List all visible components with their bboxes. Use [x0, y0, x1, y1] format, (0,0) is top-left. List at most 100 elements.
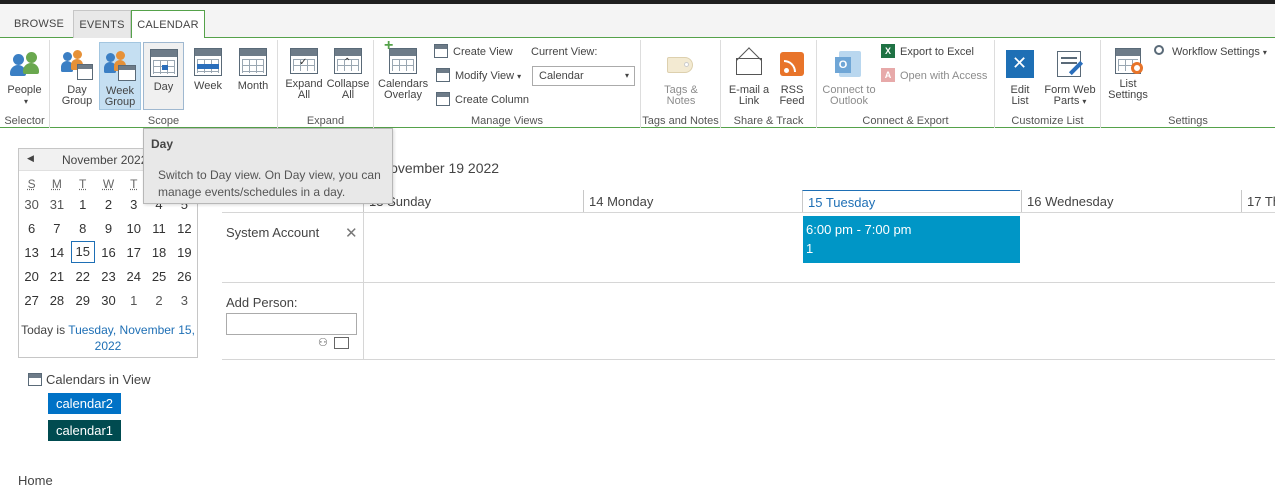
- day-header-wednesday[interactable]: 16 Wednesday: [1021, 190, 1241, 212]
- date-cell[interactable]: 2: [96, 192, 121, 216]
- ribbon: People ▾ Selector Day Group Week Group D…: [0, 38, 1275, 128]
- date-cell[interactable]: 9: [96, 216, 121, 240]
- add-person-input[interactable]: [226, 313, 357, 335]
- date-cell[interactable]: 12: [172, 216, 197, 240]
- tab-browse[interactable]: BROWSE: [8, 10, 70, 39]
- date-picker-month: November 2022: [62, 153, 148, 167]
- group-label-expand: Expand: [306, 115, 345, 127]
- address-book-icon[interactable]: [334, 337, 349, 349]
- chevron-down-icon: ▾: [1082, 97, 1087, 106]
- month-view-button[interactable]: Month: [232, 42, 274, 106]
- date-cell[interactable]: 2: [146, 288, 171, 312]
- date-cell[interactable]: 24: [121, 264, 146, 288]
- people-button[interactable]: People ▾: [2, 42, 47, 106]
- date-cell[interactable]: 3: [172, 288, 197, 312]
- people-picker-icons: ⚇: [318, 336, 352, 350]
- previous-month-icon[interactable]: ◀: [27, 153, 34, 164]
- email-link-button[interactable]: E-mail a Link: [727, 42, 771, 107]
- open-access-label: Open with Access: [900, 70, 988, 82]
- weekday-header: S: [27, 177, 36, 191]
- week-view-button[interactable]: Week: [188, 42, 228, 106]
- day-header-sunday[interactable]: 13 Sunday: [363, 190, 583, 212]
- week-group-button[interactable]: Week Group: [99, 42, 141, 110]
- date-cell[interactable]: 10: [121, 216, 146, 240]
- date-cell[interactable]: 19: [172, 240, 197, 264]
- date-cell[interactable]: 8: [70, 216, 96, 240]
- rss-feed-button[interactable]: RSS Feed: [773, 42, 811, 107]
- date-cell[interactable]: 30: [19, 192, 44, 216]
- week-view-label: Week: [194, 80, 222, 92]
- outlook-icon: O: [833, 48, 865, 80]
- date-cell[interactable]: 14: [44, 240, 69, 264]
- group-scope: Day Group Week Group Day Week Month Scop…: [50, 40, 278, 128]
- group-label-tags-notes: Tags and Notes: [642, 115, 719, 127]
- check-names-icon[interactable]: ⚇: [318, 336, 328, 349]
- calendar-chip-calendar2[interactable]: calendar2: [48, 393, 121, 414]
- create-column-button[interactable]: Create Column: [436, 90, 529, 110]
- date-cell[interactable]: 31: [44, 192, 69, 216]
- create-view-label: Create View: [453, 46, 513, 58]
- day-header-thursday[interactable]: 17 Thursday: [1241, 190, 1275, 212]
- date-cell[interactable]: 7: [44, 216, 69, 240]
- collapse-all-button[interactable]: ⌃ Collapse All: [326, 42, 370, 106]
- group-label-selector: Selector: [4, 115, 45, 127]
- date-cell[interactable]: 18: [146, 240, 171, 264]
- date-cell[interactable]: 28: [44, 288, 69, 312]
- chevron-down-icon: ▾: [23, 97, 28, 106]
- date-cell[interactable]: 25: [146, 264, 171, 288]
- export-excel-label: Export to Excel: [900, 46, 974, 58]
- open-access-button[interactable]: A Open with Access: [881, 66, 987, 86]
- tag-icon: [665, 48, 697, 80]
- people-label: People: [7, 84, 42, 96]
- add-person-label: Add Person:: [226, 295, 298, 310]
- date-cell[interactable]: 13: [19, 240, 44, 264]
- day-view-button[interactable]: Day: [143, 42, 184, 110]
- calendars-overlay-label-2: Overlay: [384, 89, 422, 101]
- date-cell-today[interactable]: 15: [70, 240, 96, 264]
- tab-calendar[interactable]: CALENDAR: [131, 10, 205, 39]
- home-link[interactable]: Home: [18, 473, 53, 488]
- date-cell[interactable]: 26: [172, 264, 197, 288]
- list-settings-button[interactable]: List Settings: [1105, 42, 1151, 106]
- close-icon[interactable]: ✕: [345, 224, 358, 242]
- connect-outlook-button[interactable]: O Connect to Outlook: [821, 42, 877, 107]
- date-cell[interactable]: 29: [70, 288, 96, 312]
- date-cell[interactable]: 20: [19, 264, 44, 288]
- date-cell[interactable]: 1: [70, 192, 96, 216]
- workflow-settings-button[interactable]: Workflow Settings ▾: [1153, 42, 1267, 62]
- group-expand: ✓ Expand All ⌃ Collapse All Expand: [278, 40, 374, 128]
- calendar-chip-calendar1[interactable]: calendar1: [48, 420, 121, 441]
- tab-events[interactable]: EVENTS: [73, 10, 131, 39]
- export-excel-button[interactable]: X Export to Excel: [881, 42, 974, 62]
- weekday-header: T: [79, 177, 87, 191]
- today-footer: Today is Tuesday, November 15, 2022: [19, 322, 197, 354]
- connect-outlook-label-2: Outlook: [830, 95, 868, 107]
- form-web-parts-button[interactable]: Form Web Parts ▾: [1043, 42, 1097, 107]
- calendar-event[interactable]: 6:00 pm - 7:00 pm 1: [803, 216, 1020, 263]
- current-view-select[interactable]: Calendar ▾: [532, 66, 635, 86]
- tags-notes-button[interactable]: Tags & Notes: [659, 42, 703, 107]
- tags-notes-label-2: Notes: [666, 95, 696, 107]
- date-cell[interactable]: 11: [146, 216, 171, 240]
- today-link[interactable]: Tuesday, November 15, 2022: [68, 323, 195, 353]
- edit-list-button[interactable]: ✕ Edit List: [999, 42, 1041, 107]
- date-cell[interactable]: 23: [96, 264, 121, 288]
- date-cell[interactable]: 22: [70, 264, 96, 288]
- date-cell[interactable]: 21: [44, 264, 69, 288]
- modify-view-button[interactable]: Modify View ▾: [436, 66, 521, 86]
- date-cell[interactable]: 16: [96, 240, 121, 264]
- day-header-monday[interactable]: 14 Monday: [583, 190, 802, 212]
- create-view-button[interactable]: Create View: [434, 42, 513, 62]
- date-cell[interactable]: 6: [19, 216, 44, 240]
- calendars-overlay-button[interactable]: + Calendars Overlay: [378, 38, 428, 106]
- day-group-button[interactable]: Day Group: [57, 42, 97, 108]
- expand-all-button[interactable]: ✓ Expand All: [282, 42, 326, 106]
- day-view-label: Day: [153, 81, 174, 93]
- date-cell[interactable]: 30: [96, 288, 121, 312]
- date-cell[interactable]: 27: [19, 288, 44, 312]
- calendars-in-view-title: Calendars in View: [28, 372, 151, 387]
- event-time: 6:00 pm - 7:00 pm: [806, 222, 912, 237]
- date-cell[interactable]: 1: [121, 288, 146, 312]
- date-cell[interactable]: 17: [121, 240, 146, 264]
- day-header-tuesday[interactable]: 15 Tuesday: [802, 190, 1020, 212]
